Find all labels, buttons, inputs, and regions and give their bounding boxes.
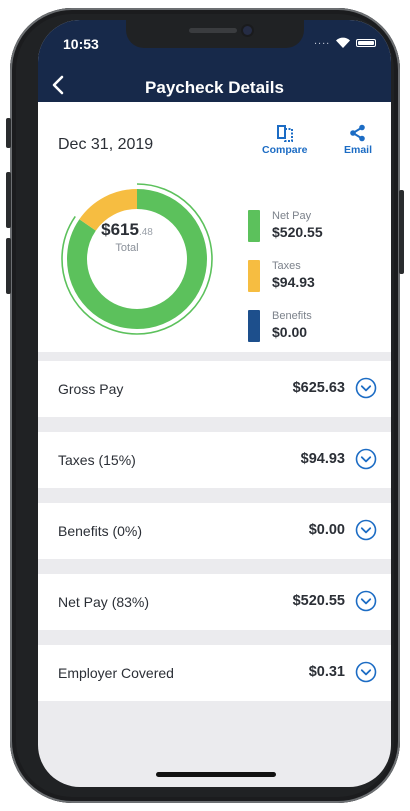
- row-taxes[interactable]: Taxes (15%) $94.93: [38, 432, 391, 488]
- compare-icon: [276, 125, 293, 142]
- compare-label: Compare: [262, 144, 308, 156]
- home-indicator[interactable]: [156, 772, 276, 777]
- volume-up-button: [6, 172, 11, 228]
- screen: 10:53 .... Paycheck Details Dec 31, 2019…: [38, 20, 391, 787]
- legend-swatch-taxes: [248, 260, 260, 292]
- total-cents: .48: [138, 227, 153, 238]
- row-benefits[interactable]: Benefits (0%) $0.00: [38, 503, 391, 559]
- row-gross-pay[interactable]: Gross Pay $625.63: [38, 361, 391, 417]
- total-dollars: $615: [101, 220, 139, 239]
- chevron-down-circle-icon[interactable]: [355, 377, 377, 399]
- battery-icon: [356, 39, 376, 47]
- row-value: $94.93: [300, 451, 345, 467]
- total-amount: $615.48: [58, 220, 196, 240]
- speaker-grille: [189, 28, 237, 33]
- row-label: Gross Pay: [58, 381, 124, 397]
- row-value: $520.55: [292, 593, 345, 609]
- legend-label: Taxes: [272, 260, 301, 272]
- notch: [126, 20, 304, 48]
- pay-donut-chart: [61, 183, 213, 335]
- compare-button[interactable]: Compare: [262, 124, 308, 156]
- share-icon: [350, 124, 365, 142]
- chevron-down-circle-icon[interactable]: [355, 590, 377, 612]
- legend-swatch-benefits: [248, 310, 260, 342]
- row-value: $0.00: [308, 522, 345, 538]
- donut-center: $615.48 Total: [58, 220, 196, 254]
- legend-amount: $520.55: [272, 224, 323, 240]
- email-button[interactable]: Email: [344, 124, 372, 156]
- summary-card: Dec 31, 2019 Compare Email $615.48 Total: [38, 102, 391, 352]
- row-label: Net Pay (83%): [58, 594, 150, 610]
- row-net-pay[interactable]: Net Pay (83%) $520.55: [38, 574, 391, 630]
- row-label: Taxes (15%): [58, 452, 136, 468]
- row-value: $625.63: [292, 380, 345, 396]
- page-title: Paycheck Details: [145, 78, 284, 97]
- row-employer-covered[interactable]: Employer Covered $0.31: [38, 645, 391, 701]
- chevron-down-circle-icon[interactable]: [355, 448, 377, 470]
- total-label: Total: [115, 242, 139, 254]
- row-label: Employer Covered: [58, 665, 174, 681]
- chevron-down-circle-icon[interactable]: [355, 519, 377, 541]
- email-label: Email: [344, 144, 373, 156]
- legend-amount: $0.00: [272, 324, 308, 340]
- wifi-icon: [336, 37, 350, 48]
- legend-label: Net Pay: [272, 210, 312, 222]
- power-button: [399, 190, 404, 274]
- front-camera: [243, 26, 252, 35]
- row-value: $0.31: [308, 664, 345, 680]
- status-time: 10:53: [63, 36, 99, 52]
- pay-date: Dec 31, 2019: [58, 136, 154, 153]
- row-label: Benefits (0%): [58, 523, 143, 539]
- top-bar: 10:53 .... Paycheck Details: [38, 20, 391, 102]
- volume-down-button: [6, 238, 11, 294]
- legend-amount: $94.93: [272, 274, 315, 290]
- mute-switch: [6, 118, 11, 148]
- chevron-down-circle-icon[interactable]: [355, 661, 377, 683]
- legend-label: Benefits: [272, 310, 312, 322]
- legend-swatch-net-pay: [248, 210, 260, 242]
- signal-icon: ....: [314, 35, 331, 47]
